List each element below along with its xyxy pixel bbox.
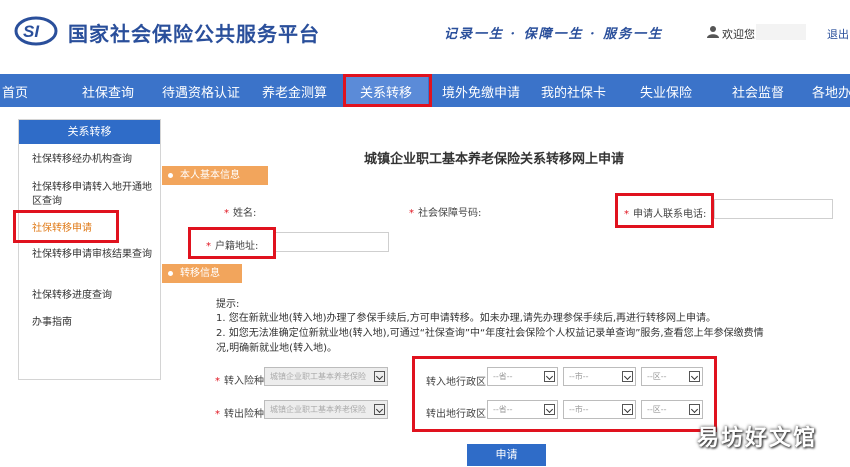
sidebar: 关系转移 社保转移经办机构查询 社保转移申请转入地开通地区查询 社保转移申请 社… bbox=[18, 119, 161, 380]
site-title: 国家社会保险公共服务平台 bbox=[68, 22, 320, 46]
in-insurance-value: 城镇企业职工基本养老保险 bbox=[270, 372, 366, 381]
tips-title: 提示: bbox=[216, 299, 240, 310]
form-title: 城镇企业职工基本养老保险关系转移网上申请 bbox=[364, 152, 625, 167]
sidebar-item-progress[interactable]: 社保转移进度查询 bbox=[32, 289, 154, 303]
sidebar-item-review-result[interactable]: 社保转移申请审核结果查询 bbox=[32, 248, 154, 262]
watermark: 易坊好文馆 bbox=[697, 426, 818, 451]
logout-link[interactable]: 退出 bbox=[827, 26, 849, 42]
slogan: 记录一生 · 保障一生 · 服务一生 bbox=[444, 27, 664, 42]
required-mark: * bbox=[215, 409, 220, 420]
submit-button[interactable]: 申请 bbox=[467, 444, 546, 466]
tip-2-line-1: 2. 如您无法准确定位新就业地(转入地),可通过“社保查询”中“年度社会保险个人… bbox=[216, 328, 764, 339]
chevron-down-icon bbox=[374, 404, 385, 415]
region-highlight-box bbox=[412, 356, 717, 432]
main-nav: 首页 社保查询 待遇资格认证 养老金测算 关系转移 境外免缴申请 我的社保卡 失… bbox=[0, 74, 850, 107]
site-logo: SI bbox=[14, 16, 58, 46]
sidebar-item-guide[interactable]: 办事指南 bbox=[32, 316, 154, 330]
nav-social-security-query[interactable]: 社保查询 bbox=[82, 82, 134, 101]
username-redacted bbox=[756, 24, 806, 40]
sidebar-item-agency-query[interactable]: 社保转移经办机构查询 bbox=[32, 153, 154, 167]
chevron-down-icon bbox=[374, 371, 385, 382]
ssn-label: * 社会保障号码: bbox=[409, 204, 481, 219]
address-input[interactable] bbox=[275, 232, 389, 252]
nav-local[interactable]: 各地办 bbox=[812, 82, 850, 101]
nav-home[interactable]: 首页 bbox=[2, 82, 28, 101]
nav-unemployment[interactable]: 失业保险 bbox=[640, 82, 692, 101]
section-transfer-info: 转移信息 bbox=[162, 264, 242, 283]
logo-text: SI bbox=[23, 22, 40, 41]
sidebar-item-region-query[interactable]: 社保转移申请转入地开通地区查询 bbox=[32, 181, 154, 209]
nav-social-card[interactable]: 我的社保卡 bbox=[541, 82, 606, 101]
nav-highlight-box bbox=[343, 74, 432, 107]
required-mark: * bbox=[215, 376, 220, 387]
nav-qualification[interactable]: 待遇资格认证 bbox=[162, 82, 240, 101]
welcome-text: 欢迎您, bbox=[722, 28, 759, 41]
required-mark: * bbox=[409, 208, 414, 219]
name-label-text: 姓名: bbox=[233, 208, 257, 219]
in-insurance-label: * 转入险种 bbox=[215, 372, 264, 387]
name-label: * 姓名: bbox=[224, 204, 256, 219]
tip-1: 1. 您在新就业地(转入地)办理了参保手续后,方可申请转移。如未办理,请先办理参… bbox=[216, 313, 717, 324]
in-insurance-label-text: 转入险种 bbox=[224, 376, 264, 387]
ssn-label-text: 社会保障号码: bbox=[418, 208, 482, 219]
section-basic-info: 本人基本信息 bbox=[162, 166, 268, 185]
out-insurance-label-text: 转出险种 bbox=[224, 409, 264, 420]
out-insurance-value: 城镇企业职工基本养老保险 bbox=[270, 405, 366, 414]
nav-supervision[interactable]: 社会监督 bbox=[732, 82, 784, 101]
nav-overseas-exemption[interactable]: 境外免缴申请 bbox=[442, 82, 520, 101]
out-insurance-select[interactable]: 城镇企业职工基本养老保险 bbox=[264, 400, 388, 419]
sidebar-title: 关系转移 bbox=[19, 120, 160, 144]
required-mark: * bbox=[224, 208, 229, 219]
user-icon bbox=[707, 26, 719, 38]
phone-highlight-box bbox=[615, 193, 714, 228]
sidebar-highlight-box bbox=[13, 210, 119, 243]
out-insurance-label: * 转出险种 bbox=[215, 405, 264, 420]
address-highlight-box bbox=[188, 227, 276, 259]
in-insurance-select[interactable]: 城镇企业职工基本养老保险 bbox=[264, 367, 388, 386]
nav-pension-calc[interactable]: 养老金测算 bbox=[262, 82, 327, 101]
phone-input[interactable] bbox=[714, 199, 833, 219]
tip-2-line-2: 况,明确新就业地(转入地)。 bbox=[216, 343, 337, 354]
